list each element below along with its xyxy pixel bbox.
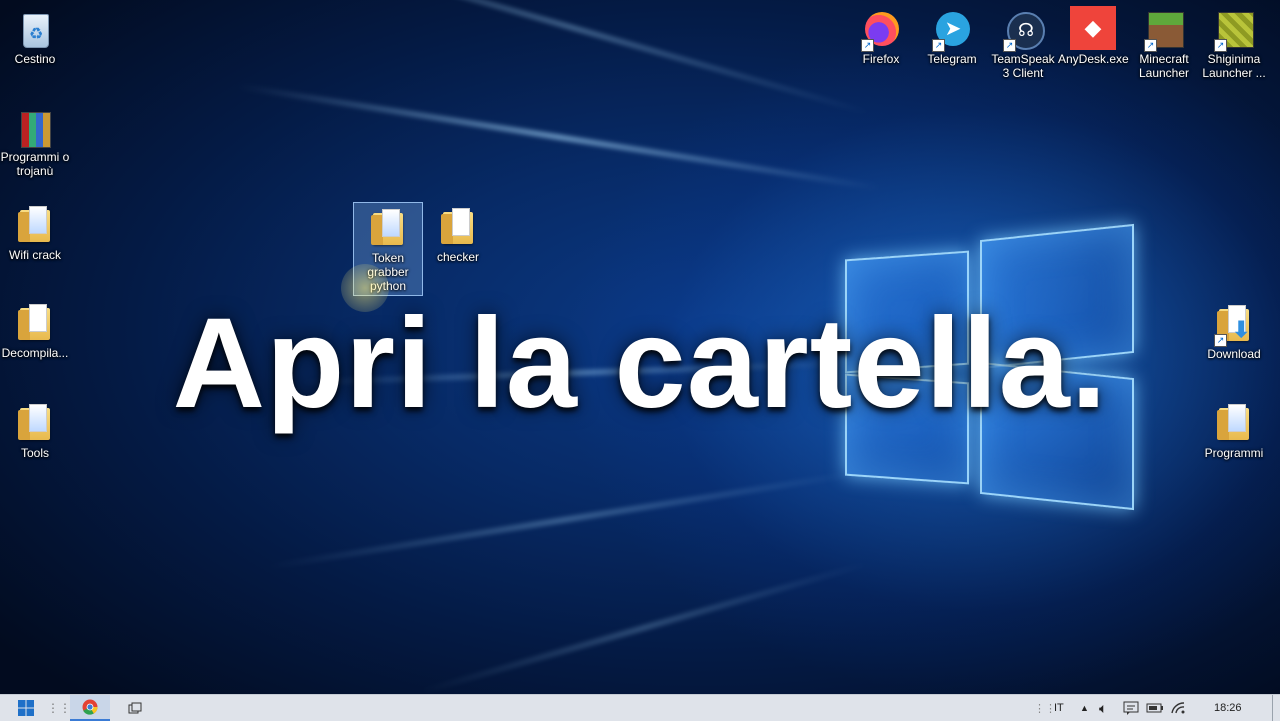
desktop-icon-telegram[interactable]: ➤ ↗ Telegram [917,4,987,66]
teamspeak-icon: ☊ ↗ [1003,10,1045,52]
anydesk-icon: ◆ [1070,6,1116,50]
taskbar: ⋮⋮ ⋮⋮ IT ▲ 🔈︎ 18:26 [0,694,1280,721]
wifi-icon[interactable] [1170,695,1186,721]
battery-icon[interactable] [1146,695,1164,721]
icon-label: AnyDesk.exe [1058,52,1129,66]
task-view-button[interactable] [118,695,152,721]
icon-label: Wifi crack [9,248,61,262]
desktop-icon-recycle-bin[interactable]: ♻ Cestino [0,4,70,66]
show-hidden-icons-chevron-icon[interactable]: ▲ [1080,695,1089,721]
shiginima-icon: ↗ [1214,10,1254,52]
light-beam [237,83,881,191]
start-button[interactable] [6,695,46,721]
desktop-icon-checker[interactable]: checker [423,202,493,264]
chrome-icon [82,699,98,715]
desktop-icon-programmi-o-trojanu[interactable]: Programmi o trojanù [0,102,70,178]
desktop-icon-wifi-crack[interactable]: Wifi crack [0,200,70,262]
desktop-icon-shiginima-launcher[interactable]: ↗ Shiginima Launcher ... [1199,4,1269,80]
folder-icon [440,208,476,248]
light-beam [417,560,871,694]
telegram-icon: ➤ ↗ [932,10,970,52]
task-view-icon [128,702,142,714]
icon-label: Shiginima Launcher ... [1202,52,1266,80]
icon-label: Tools [20,446,49,460]
firefox-icon: ↗ [861,10,899,52]
icon-label: Programmi [1204,446,1264,460]
tray-grip: ⋮⋮ [1034,702,1056,715]
video-caption: Apri la cartella. [172,292,1108,435]
icon-label: Minecraft Launcher [1138,52,1190,80]
minecraft-icon: ↗ [1144,10,1184,52]
desktop-icon-anydesk[interactable]: ◆ AnyDesk.exe [1058,4,1129,66]
volume-icon[interactable]: 🔈︎ [1099,695,1107,721]
taskbar-grip: ⋮⋮ [47,701,71,715]
archive-icon [17,108,53,148]
notifications-icon[interactable] [1123,695,1139,721]
light-beam [266,470,861,570]
cursor-highlight [341,264,389,312]
desktop[interactable]: ♻ Cestino Programmi o trojanù Wifi crack… [0,0,1280,694]
icon-label: Programmi o trojanù [0,150,70,178]
icon-label: Firefox [862,52,900,66]
desktop-icon-firefox[interactable]: ↗ Firefox [846,4,916,66]
recycle-bin-icon: ♻ [17,10,53,50]
taskbar-chrome-button[interactable] [70,695,110,721]
icon-label: checker [436,250,480,264]
show-desktop-button[interactable] [1272,695,1280,721]
folder-icon [370,209,406,249]
clock[interactable]: 18:26 [1214,695,1242,721]
desktop-icon-teamspeak[interactable]: ☊ ↗ TeamSpeak 3 Client [988,4,1058,80]
light-beam [273,0,871,116]
icon-label: Cestino [14,52,56,66]
language-indicator[interactable]: IT [1054,695,1064,721]
folder-icon [17,206,53,246]
icon-label: Telegram [927,52,977,66]
windows-start-icon [18,700,34,716]
desktop-icon-minecraft-launcher[interactable]: ↗ Minecraft Launcher [1129,4,1199,80]
icon-label: TeamSpeak 3 Client [991,52,1055,80]
